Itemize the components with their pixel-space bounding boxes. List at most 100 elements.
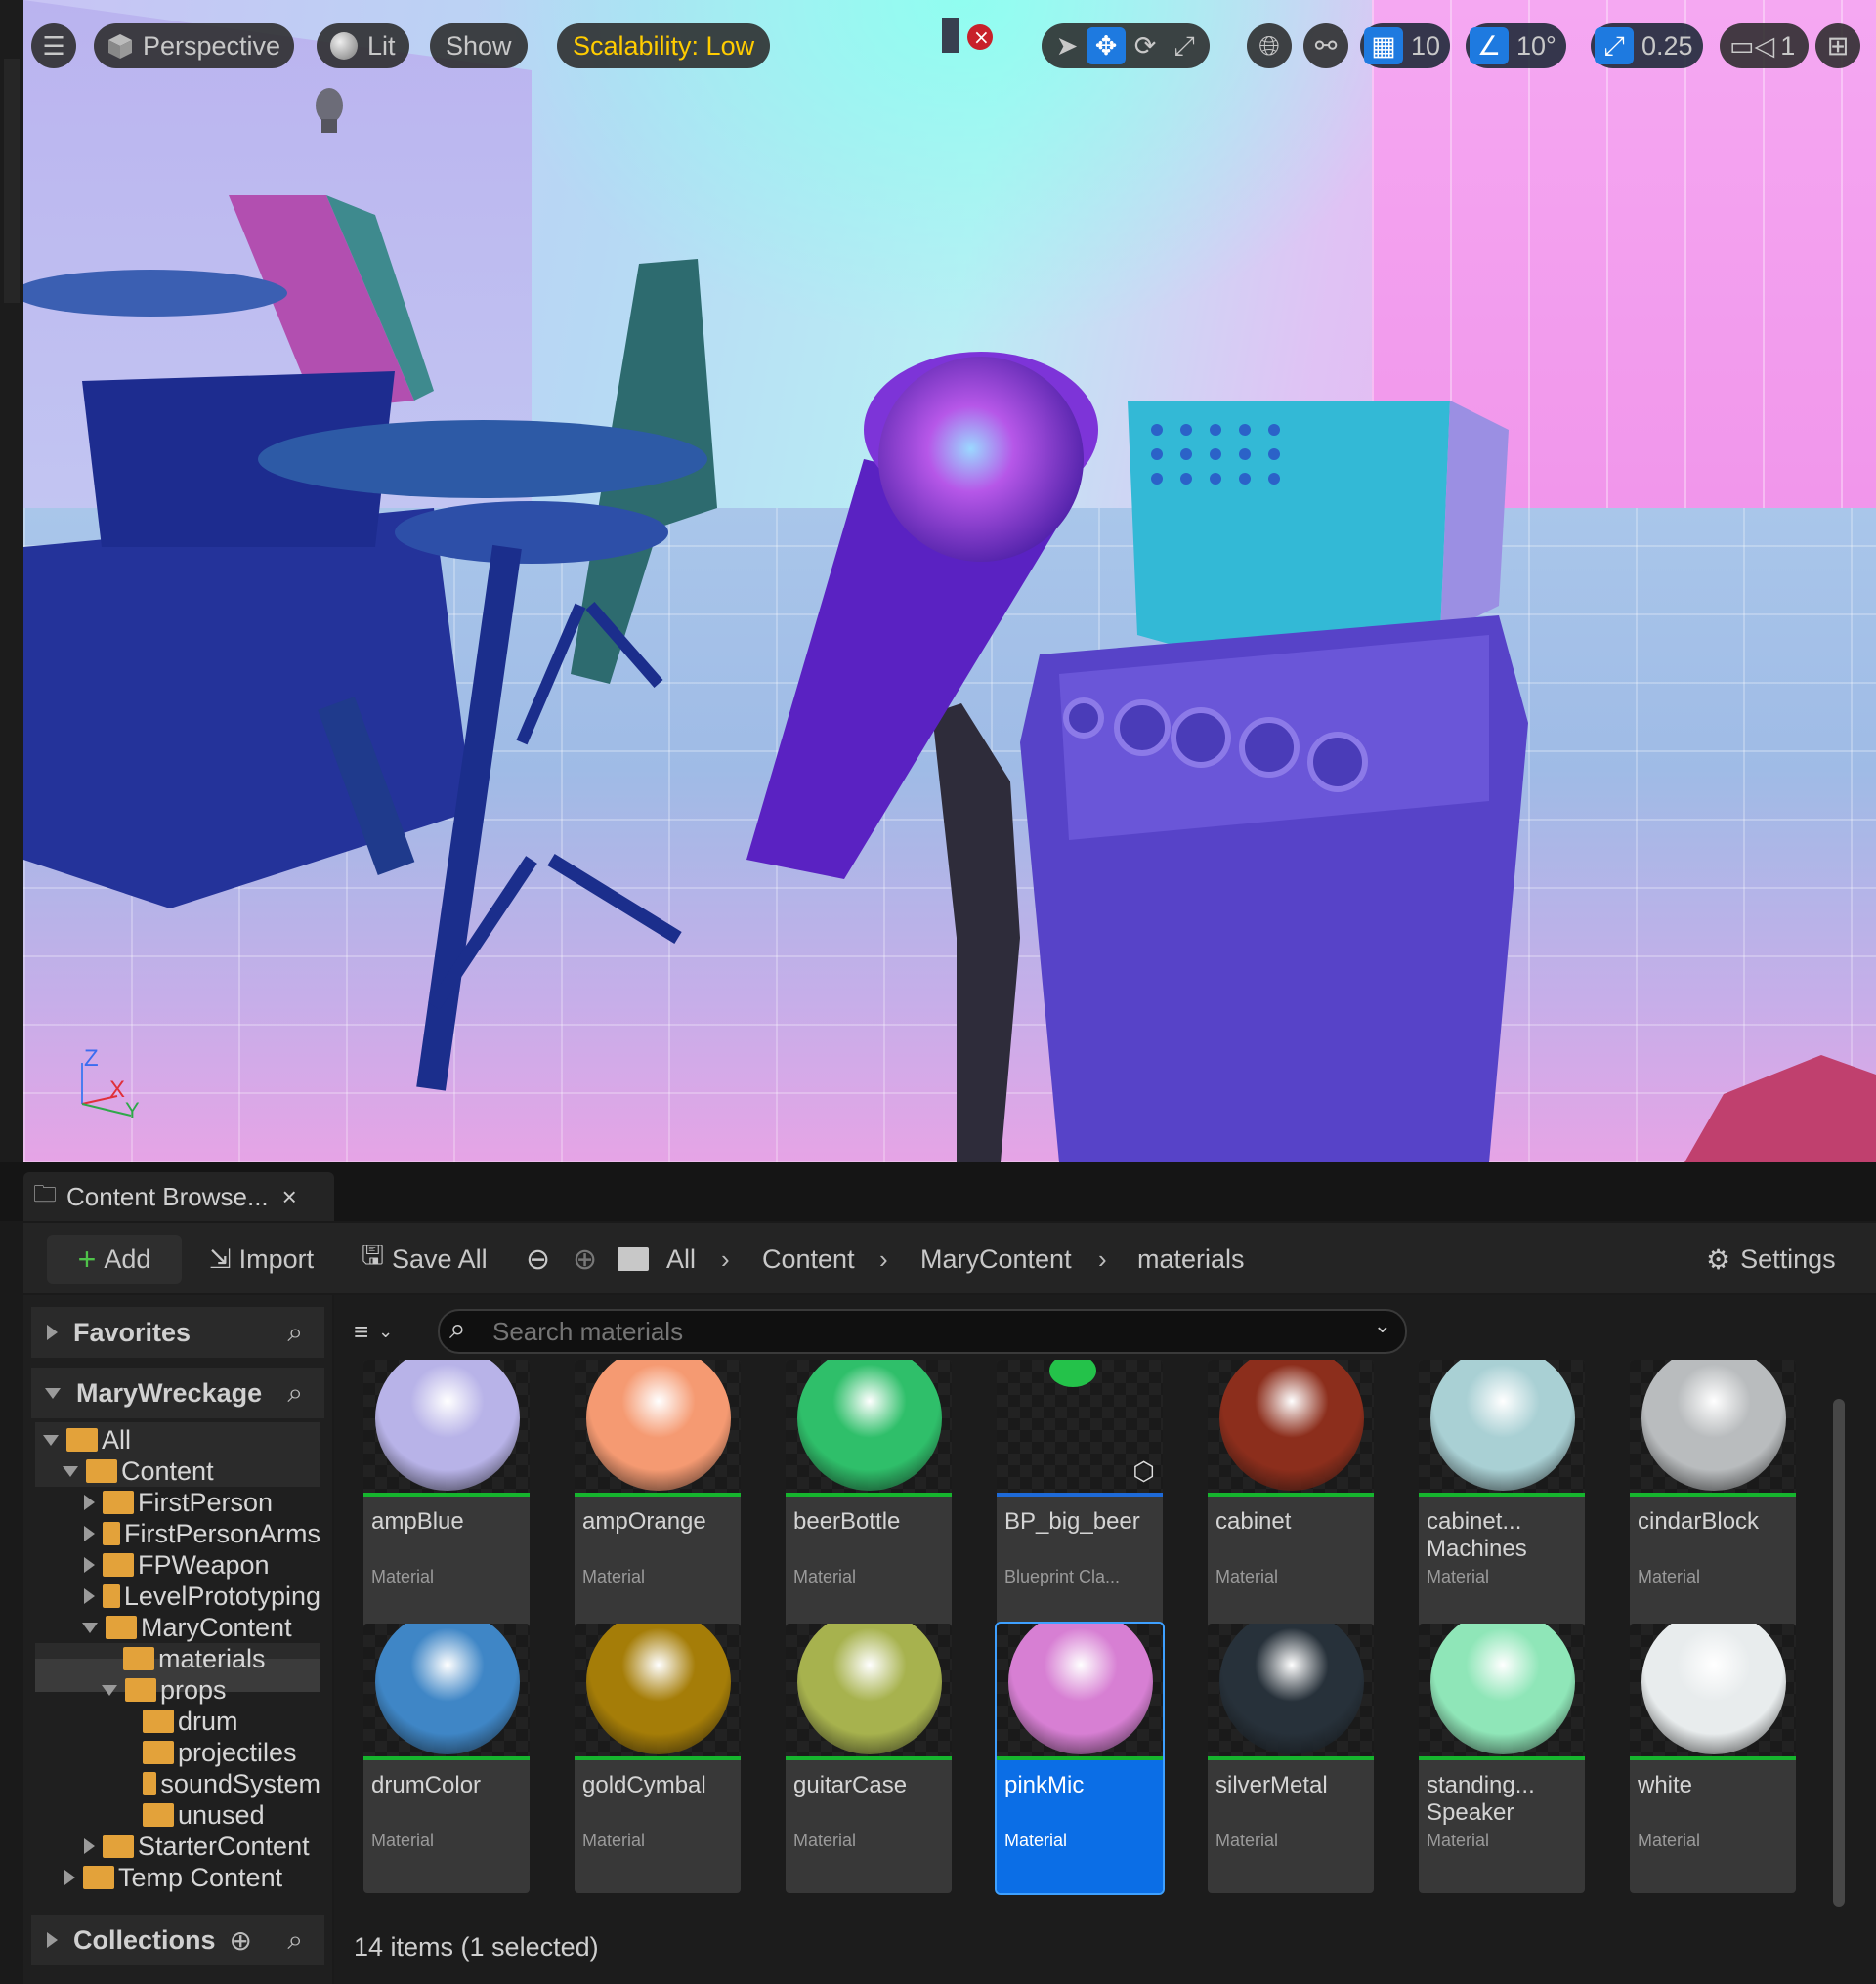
scalability-button[interactable]: Scalability: Low (557, 23, 771, 68)
favorites-section-header[interactable]: Favorites ⌕ (31, 1307, 324, 1358)
asset-name: cindarBlock (1638, 1508, 1760, 1535)
tree-item-label: Content (121, 1456, 214, 1486)
asset-tile[interactable]: pinkMic Material (995, 1622, 1165, 1895)
filter-button[interactable]: ≡ ⌄ (354, 1313, 422, 1350)
tree-item-materials[interactable]: materials (123, 1643, 320, 1674)
scalability-label: Scalability: Low (573, 31, 755, 61)
history-forward-button[interactable]: ⊕ (573, 1235, 597, 1284)
tree-item-projectiles[interactable]: projectiles (143, 1737, 320, 1768)
lit-button[interactable]: Lit (317, 23, 409, 68)
grid-snap-toggle[interactable]: ▦ (1364, 27, 1403, 64)
tree-item-temp-content[interactable]: Temp Content (64, 1862, 320, 1893)
scale-snap-toggle[interactable]: ⤢ (1595, 27, 1634, 64)
tree-item-levelprototyping[interactable]: LevelPrototyping (84, 1581, 320, 1612)
tree-item-fpweapon[interactable]: FPWeapon (84, 1549, 320, 1581)
import-button[interactable]: ⇲ Import (209, 1235, 314, 1284)
asset-tile[interactable]: cabinet Material (1208, 1360, 1374, 1629)
breadcrumb-marycontent[interactable]: MaryContent (920, 1239, 1072, 1280)
search-icon: ⌕ (449, 1313, 466, 1345)
select-tool-button[interactable]: ➤ (1047, 27, 1087, 64)
disabled-light-icon[interactable]: × (942, 18, 993, 53)
asset-type-color-bar (1419, 1493, 1585, 1497)
folder-icon (618, 1247, 649, 1271)
save-all-button[interactable]: 🖫 Save All (362, 1235, 488, 1284)
tree-item-label: StarterContent (138, 1831, 310, 1861)
scale-tool-button[interactable]: ⤢ (1165, 27, 1204, 64)
asset-tile[interactable]: standing... Speaker Material (1419, 1624, 1585, 1893)
viewport-menu-button[interactable]: ☰ (31, 23, 76, 68)
tree-item-drum[interactable]: drum (143, 1706, 320, 1737)
asset-tile[interactable]: silverMetal Material (1208, 1624, 1374, 1893)
show-button[interactable]: Show (430, 23, 528, 68)
search-icon[interactable]: ⌕ (287, 1924, 303, 1957)
point-light-icon[interactable] (316, 88, 343, 133)
history-back-button[interactable]: ⊖ (526, 1235, 550, 1284)
breadcrumb-materials[interactable]: materials (1137, 1239, 1245, 1280)
tree-item-soundsystem[interactable]: soundSystem (143, 1768, 320, 1799)
world-local-toggle[interactable]: 🌐︎ (1247, 23, 1292, 68)
asset-type-color-bar (997, 1756, 1163, 1760)
asset-type-color-bar (1630, 1756, 1796, 1760)
add-collection-icon[interactable]: ⊕ (230, 1924, 252, 1957)
perspective-button[interactable]: Perspective (94, 23, 295, 68)
tree-item-props[interactable]: props (102, 1674, 320, 1706)
settings-button[interactable]: ⚙ Settings (1706, 1235, 1836, 1284)
tree-item-startercontent[interactable]: StarterContent (84, 1831, 320, 1862)
asset-type: Material (582, 1831, 646, 1850)
asset-tile[interactable]: ampBlue Material (363, 1360, 530, 1629)
search-input[interactable] (490, 1315, 1335, 1348)
breadcrumb-separator-icon[interactable]: › (721, 1239, 730, 1280)
grid-snap-control[interactable]: ▦ 10 (1360, 23, 1451, 68)
project-section-header[interactable]: MaryWreckage ⌕ (31, 1368, 324, 1418)
cursor-arrow-icon: ➤ (1055, 31, 1079, 61)
tree-item-label: FPWeapon (138, 1549, 270, 1580)
rotation-snap-toggle[interactable]: ∠ (1470, 27, 1509, 64)
asset-tile[interactable]: drumColor Material (363, 1624, 530, 1893)
asset-tile[interactable]: white Material (1630, 1624, 1796, 1893)
folder-icon (143, 1710, 174, 1733)
asset-tile[interactable]: cabinet... Machines Material (1419, 1360, 1585, 1629)
asset-tile[interactable]: cindarBlock Material (1630, 1360, 1796, 1629)
asset-tile[interactable]: goldCymbal Material (575, 1624, 741, 1893)
add-button[interactable]: + Add (47, 1235, 182, 1284)
asset-type: Blueprint Cla... (1004, 1567, 1121, 1586)
scale-snap-control[interactable]: ⤢ 0.25 (1591, 23, 1703, 68)
tree-item-firstpersonarms[interactable]: FirstPersonArms (84, 1518, 320, 1549)
close-tab-icon[interactable]: × (282, 1182, 297, 1212)
level-viewport[interactable]: × Z X Y ☰ Perspective Lit Show Scalabili… (23, 0, 1876, 1162)
rotation-snap-control[interactable]: ∠ 10° (1466, 23, 1566, 68)
asset-scrollbar[interactable] (1833, 1399, 1845, 1907)
grid-snap-value[interactable]: 10 (1411, 23, 1440, 68)
content-browser-tab[interactable]: 🗀︎ Content Browse... × (23, 1172, 334, 1221)
tree-item-marycontent[interactable]: MaryContent (82, 1612, 320, 1643)
filter-icon: ≡ (354, 1316, 369, 1346)
tree-item-content[interactable]: Content (63, 1456, 317, 1487)
tree-item-unused[interactable]: unused (143, 1799, 320, 1831)
scale-snap-value[interactable]: 0.25 (1642, 23, 1693, 68)
breadcrumb-separator-icon[interactable]: › (879, 1239, 888, 1280)
asset-tile[interactable]: ampOrange Material (575, 1360, 741, 1629)
camera-speed-control[interactable]: ▭◁ 1 (1720, 23, 1810, 68)
search-icon[interactable]: ⌕ (287, 1377, 303, 1410)
tree-item-firstperson[interactable]: FirstPerson (84, 1487, 320, 1518)
asset-tile[interactable]: ⬡ BP_big_beer Blueprint Cla... (997, 1360, 1163, 1629)
asset-tile[interactable]: guitarCase Material (786, 1624, 952, 1893)
breadcrumb-all[interactable]: All (666, 1239, 696, 1280)
asset-tile[interactable]: beerBottle Material (786, 1360, 952, 1629)
rotation-snap-value[interactable]: 10° (1516, 23, 1556, 68)
tree-item-all[interactable]: All (43, 1424, 317, 1456)
chevron-down-icon[interactable]: ⌄ (1374, 1313, 1391, 1338)
rotate-icon: ⟳ (1133, 31, 1157, 61)
asset-type-color-bar (575, 1756, 741, 1760)
breadcrumb-separator-icon[interactable]: › (1098, 1239, 1107, 1280)
collections-section-header[interactable]: Collections ⊕ ⌕ (31, 1915, 324, 1965)
status-text: 14 items (1 selected) (354, 1932, 599, 1962)
breadcrumb-content[interactable]: Content (762, 1239, 855, 1280)
surface-snap-button[interactable]: ⚯ (1303, 23, 1348, 68)
path-folder-button[interactable] (618, 1235, 649, 1284)
viewport-layout-button[interactable]: ⊞ (1815, 23, 1860, 68)
move-tool-button[interactable]: ✥ (1087, 27, 1126, 64)
search-icon[interactable]: ⌕ (287, 1317, 303, 1349)
rotate-tool-button[interactable]: ⟳ (1126, 27, 1165, 64)
tree-item-label: LevelPrototyping (123, 1581, 320, 1611)
